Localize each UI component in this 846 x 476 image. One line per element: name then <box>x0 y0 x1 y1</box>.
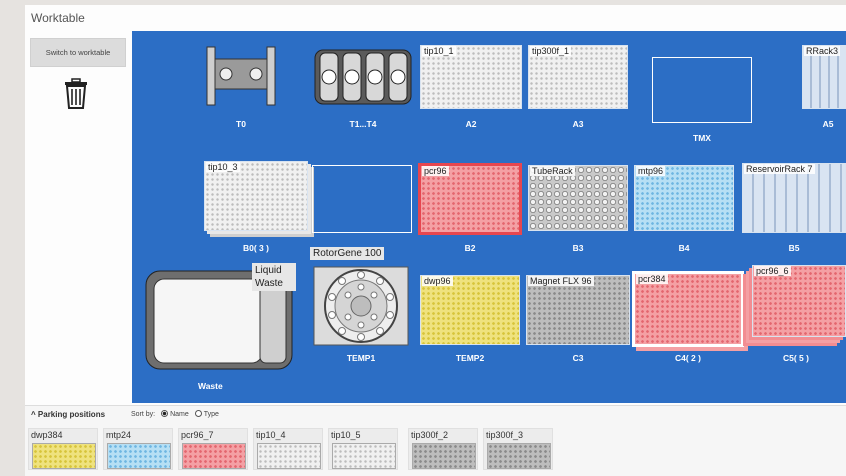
labware-name: tip10_3 <box>206 162 240 172</box>
parking-item-label: mtp24 <box>106 430 132 440</box>
parking-item-label: tip10_5 <box>331 430 361 440</box>
labware-reservoirrack-7[interactable]: ReservoirRack 7 <box>742 163 846 233</box>
labware-name: pcr96_6 <box>754 266 791 276</box>
trash-icon[interactable] <box>63 78 89 110</box>
labware-name: pcr96 <box>422 166 449 176</box>
window-title: Worktable <box>31 11 85 25</box>
labware-pcr96[interactable]: pcr96 <box>418 163 522 235</box>
position-label-temp1: TEMP1 <box>346 353 376 363</box>
thermal-block-t1-t4[interactable] <box>314 49 412 105</box>
sort-type-label[interactable]: Type <box>204 411 219 418</box>
parking-item[interactable]: tip10_4 <box>253 428 323 470</box>
rotorgene-device[interactable] <box>312 265 410 347</box>
labware-name: TubeRack <box>530 166 575 176</box>
position-label-b0: B0( 3 ) <box>243 243 269 253</box>
labware-thumbnail <box>412 443 476 469</box>
labware-name: ReservoirRack 7 <box>744 164 815 174</box>
position-label-b2: B2 <box>464 243 476 253</box>
labware-thumbnail <box>182 443 246 469</box>
labware-magnet-flx-96[interactable]: Magnet FLX 96 <box>526 275 630 345</box>
labware-tip300f-1[interactable]: tip300f_1 <box>528 45 628 109</box>
empty-position-b1[interactable] <box>312 165 412 233</box>
position-label-b4: B4 <box>678 243 690 253</box>
parking-item[interactable]: tip300f_3 <box>483 428 553 470</box>
parking-header[interactable]: ^ Parking positions <box>31 410 105 419</box>
labware-pcr96-6[interactable]: pcr96_6 <box>752 265 846 337</box>
parking-item-label: tip10_4 <box>256 430 286 440</box>
worktable-canvas[interactable]: T0 T1...T4 tip10_1 A2 tip300f_1 A3 TMX R… <box>132 31 846 403</box>
labware-thumbnail <box>332 443 396 469</box>
sort-name-radio[interactable] <box>161 410 169 417</box>
position-label-c4: C4( 2 ) <box>675 353 701 363</box>
position-label-t0: T0 <box>236 119 246 129</box>
labware-name: pcr384 <box>636 274 668 284</box>
parking-item-label: tip300f_2 <box>411 430 449 440</box>
sort-type-radio[interactable] <box>194 410 202 417</box>
sort-name-label[interactable]: Name <box>170 411 189 418</box>
empty-position-tmx[interactable] <box>652 57 752 123</box>
parking-item-label: dwp384 <box>31 430 63 440</box>
sort-by-label: Sort by: <box>131 411 156 418</box>
parking-title: Parking positions <box>37 410 106 419</box>
labware-pcr384[interactable]: pcr384 <box>632 271 744 347</box>
labware-rrack3[interactable]: RRack3 <box>802 45 846 109</box>
parking-positions-panel: ^ Parking positions Sort by: Name Type d… <box>25 405 846 476</box>
labware-thumbnail <box>32 443 96 469</box>
position-label-c3: C3 <box>572 353 584 363</box>
position-label-b5: B5 <box>788 243 800 253</box>
thermal-rack-t0[interactable] <box>204 45 278 107</box>
switch-to-worktable-button[interactable]: Switch to worktable <box>30 38 126 67</box>
position-label-temp2: TEMP2 <box>455 353 485 363</box>
sort-by-control: Sort by: Name Type <box>131 410 219 418</box>
labware-tip10-3[interactable]: tip10_3 <box>204 161 308 231</box>
rotorgene-label: RotorGene 100 <box>310 247 385 260</box>
labware-thumbnail <box>107 443 171 469</box>
labware-mtp96[interactable]: mtp96 <box>634 165 734 231</box>
labware-dwp96[interactable]: dwp96 <box>420 275 520 345</box>
parking-item-label: pcr96_7 <box>181 430 214 440</box>
position-label-b3: B3 <box>572 243 584 253</box>
labware-tip10-1[interactable]: tip10_1 <box>420 45 522 109</box>
parking-item-label: tip300f_3 <box>486 430 524 440</box>
labware-name: mtp96 <box>636 166 666 176</box>
labware-name: tip300f_1 <box>530 46 572 56</box>
parking-item[interactable]: pcr96_7 <box>178 428 248 470</box>
parking-item[interactable]: tip10_5 <box>328 428 398 470</box>
labware-name: tip10_1 <box>422 46 456 56</box>
labware-thumbnail <box>487 443 551 469</box>
position-label-a5: A5 <box>822 119 834 129</box>
labware-name: Magnet FLX 96 <box>528 276 594 286</box>
worktable-window: Worktable Switch to worktable T0 T1...T4… <box>25 5 846 476</box>
position-label-waste: Waste <box>198 381 223 391</box>
labware-thumbnail <box>257 443 321 469</box>
labware-tuberack[interactable]: TubeRack <box>528 165 628 231</box>
parking-item[interactable]: dwp384 <box>28 428 98 470</box>
labware-name: dwp96 <box>422 276 453 286</box>
position-label-tmx: TMX <box>693 133 711 143</box>
position-label-t1-t4: T1...T4 <box>349 119 377 129</box>
labware-name: RRack3 <box>804 46 841 56</box>
parking-item[interactable]: tip300f_2 <box>408 428 478 470</box>
parking-item[interactable]: mtp24 <box>103 428 173 470</box>
position-label-a2: A2 <box>465 119 477 129</box>
position-label-c5: C5( 5 ) <box>783 353 809 363</box>
liquid-waste-label: Liquid Waste <box>252 263 296 291</box>
position-label-a3: A3 <box>572 119 584 129</box>
collapse-chevron-icon[interactable]: ^ <box>31 410 38 419</box>
